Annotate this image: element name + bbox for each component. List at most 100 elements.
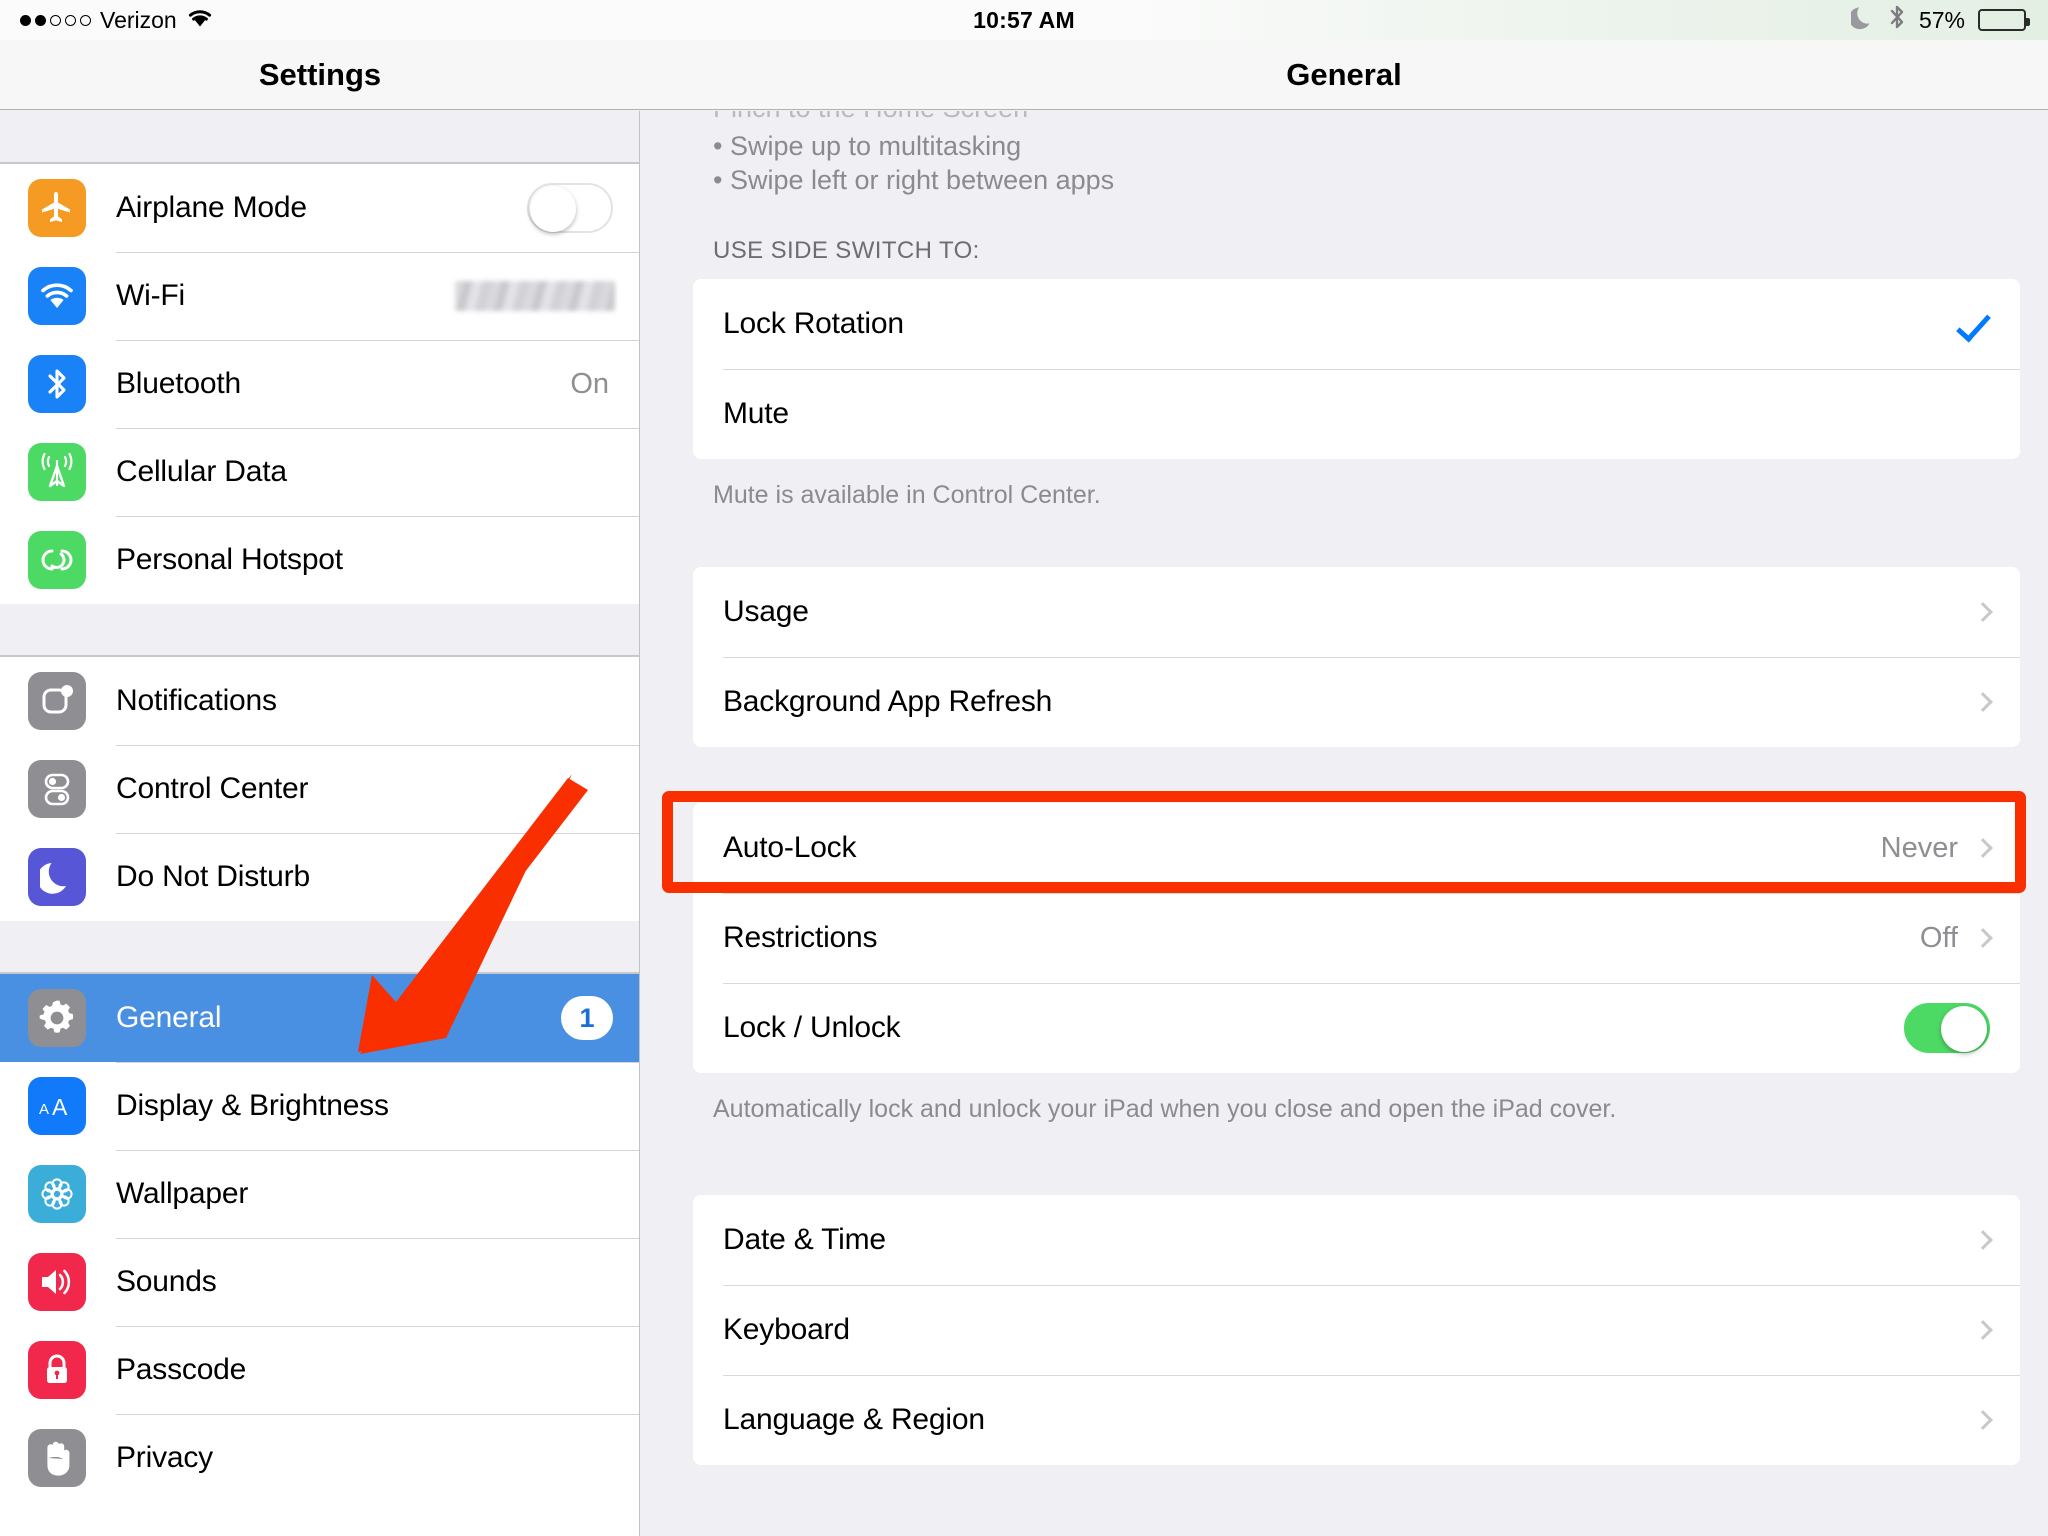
section-header: USE SIDE SWITCH TO: [713,237,980,264]
sidebar-item-notifications[interactable]: Notifications [0,657,639,745]
chevron-right-icon [1973,692,1993,712]
sidebar-navbar: Settings [0,40,640,110]
cellular-antenna-icon [28,443,86,501]
general-settings-pane[interactable]: Pinch to the Home Screen • Swipe up to mu… [641,111,2048,1536]
page-title: General [1286,56,1402,92]
hotspot-link-icon [28,531,86,589]
sidebar-item-value: On [570,367,609,400]
detail-navbar: General [640,40,2048,110]
lock-icon [28,1341,86,1399]
chevron-right-icon [1973,1410,1993,1430]
row-label: Mute [723,397,789,430]
sidebar-item-label: Sounds [116,1265,217,1298]
settings-sidebar[interactable]: Airplane Mode Wi-Fi Bluetooth On Cellular Da… [0,111,640,1536]
row-date-time[interactable]: Date & Time [693,1195,2020,1285]
settings-card: Auto-Lock Never Restrictions Off Lock / Unlo… [693,803,2020,1073]
settings-card: Lock Rotation Mute [693,279,2020,459]
wifi-network-value-redacted [455,281,615,311]
gesture-line: • Swipe left or right between apps [713,165,1115,195]
clipped-gesture-text: Pinch to the Home Screen [713,111,1028,123]
settings-card: Usage Background App Refresh [693,567,2020,747]
sidebar-item-label: General [116,1001,222,1034]
sidebar-item-control-center[interactable]: Control Center [0,745,639,833]
sidebar-item-do-not-disturb[interactable]: Do Not Disturb [0,833,639,921]
chevron-right-icon [1973,602,1993,622]
section-footnote: Mute is available in Control Center. [713,481,1101,509]
row-label: Date & Time [723,1223,886,1256]
row-label: Restrictions [723,921,878,954]
speaker-icon [28,1253,86,1311]
sidebar-item-wallpaper[interactable]: Wallpaper [0,1150,639,1238]
svg-text:A: A [52,1094,68,1120]
lock-unlock-toggle[interactable] [1903,1003,1990,1053]
chevron-right-icon [1973,1320,1993,1340]
svg-text:A: A [39,1101,49,1118]
sidebar-item-label: Bluetooth [116,367,241,400]
battery-icon [1978,9,2030,31]
sidebar-item-label: Wi-Fi [116,279,185,312]
sidebar-item-label: Passcode [116,1353,247,1386]
row-value: Off [1919,921,1958,954]
moon-icon [28,848,86,906]
row-value: Never [1880,831,1958,864]
sidebar-item-sounds[interactable]: Sounds [0,1238,639,1326]
checkmark-icon [1956,306,1991,342]
row-restrictions[interactable]: Restrictions Off [693,893,2020,983]
status-bar: Verizon 10:57 AM 57% [0,0,2048,40]
sidebar-group-separator [0,111,639,163]
sidebar-group: General 1 A A Display & Brightness Wallpaper S… [0,973,639,1502]
sidebar-item-general[interactable]: General 1 [0,974,639,1062]
row-lock-unlock[interactable]: Lock / Unlock [693,983,2020,1073]
sidebar-item-cellular-data[interactable]: Cellular Data [0,428,639,516]
row-mute[interactable]: Mute [693,369,2020,459]
sidebar-group-separator [0,604,639,656]
row-auto-lock[interactable]: Auto-Lock Never [693,803,2020,893]
gesture-line: • Swipe up to multitasking [713,131,1022,161]
chevron-right-icon [1973,928,1993,948]
sidebar-item-label: Do Not Disturb [116,860,310,893]
airplane-icon [28,179,86,237]
display-brightness-icon: AA [28,1077,86,1135]
row-language-region[interactable]: Language & Region [693,1375,2020,1465]
row-usage[interactable]: Usage [693,567,2020,657]
wifi-icon [28,267,86,325]
section-footnote: Automatically lock and unlock your iPad … [713,1095,1617,1123]
sidebar-item-privacy[interactable]: Privacy [0,1414,639,1502]
wallpaper-flower-icon [28,1165,86,1223]
row-label: Auto-Lock [723,831,857,864]
sidebar-item-label: Airplane Mode [116,191,307,224]
multitasking-gestures-fragment: Pinch to the Home Screen • Swipe up to mu… [641,111,2048,197]
row-label: Usage [723,595,809,628]
sidebar-item-label: Control Center [116,772,309,805]
sidebar-item-bluetooth[interactable]: Bluetooth On [0,340,639,428]
row-label: Lock / Unlock [723,1011,901,1044]
sidebar-item-passcode[interactable]: Passcode [0,1326,639,1414]
sidebar-item-label: Wallpaper [116,1177,249,1210]
row-keyboard[interactable]: Keyboard [693,1285,2020,1375]
sidebar-item-wi-fi[interactable]: Wi-Fi [0,252,639,340]
row-label: Background App Refresh [723,685,1053,718]
sidebar-group-separator [0,921,639,973]
airplane-mode-toggle[interactable] [527,183,613,233]
gear-icon [28,989,86,1047]
sidebar-item-display-brightness[interactable]: A A Display & Brightness [0,1062,639,1150]
sidebar-group: Airplane Mode Wi-Fi Bluetooth On Cellular Da… [0,163,639,604]
row-label: Language & Region [723,1403,985,1436]
bluetooth-icon [28,355,86,413]
row-label: Lock Rotation [723,307,904,340]
row-label: Keyboard [723,1313,850,1346]
sidebar-item-label: Notifications [116,684,277,717]
sidebar-item-personal-hotspot[interactable]: Personal Hotspot [0,516,639,604]
clipped-gesture-line: Pinch to the Home Screen [713,111,2048,129]
sidebar-item-label: Privacy [116,1441,213,1474]
row-background-app-refresh[interactable]: Background App Refresh [693,657,2020,747]
row-lock-rotation[interactable]: Lock Rotation [693,279,2020,369]
sidebar-item-label: Cellular Data [116,455,287,488]
sidebar-item-label: Personal Hotspot [116,543,343,576]
notifications-icon [28,672,86,730]
sidebar-item-label: Display & Brightness [116,1089,389,1122]
sidebar-item-airplane-mode[interactable]: Airplane Mode [0,164,639,252]
